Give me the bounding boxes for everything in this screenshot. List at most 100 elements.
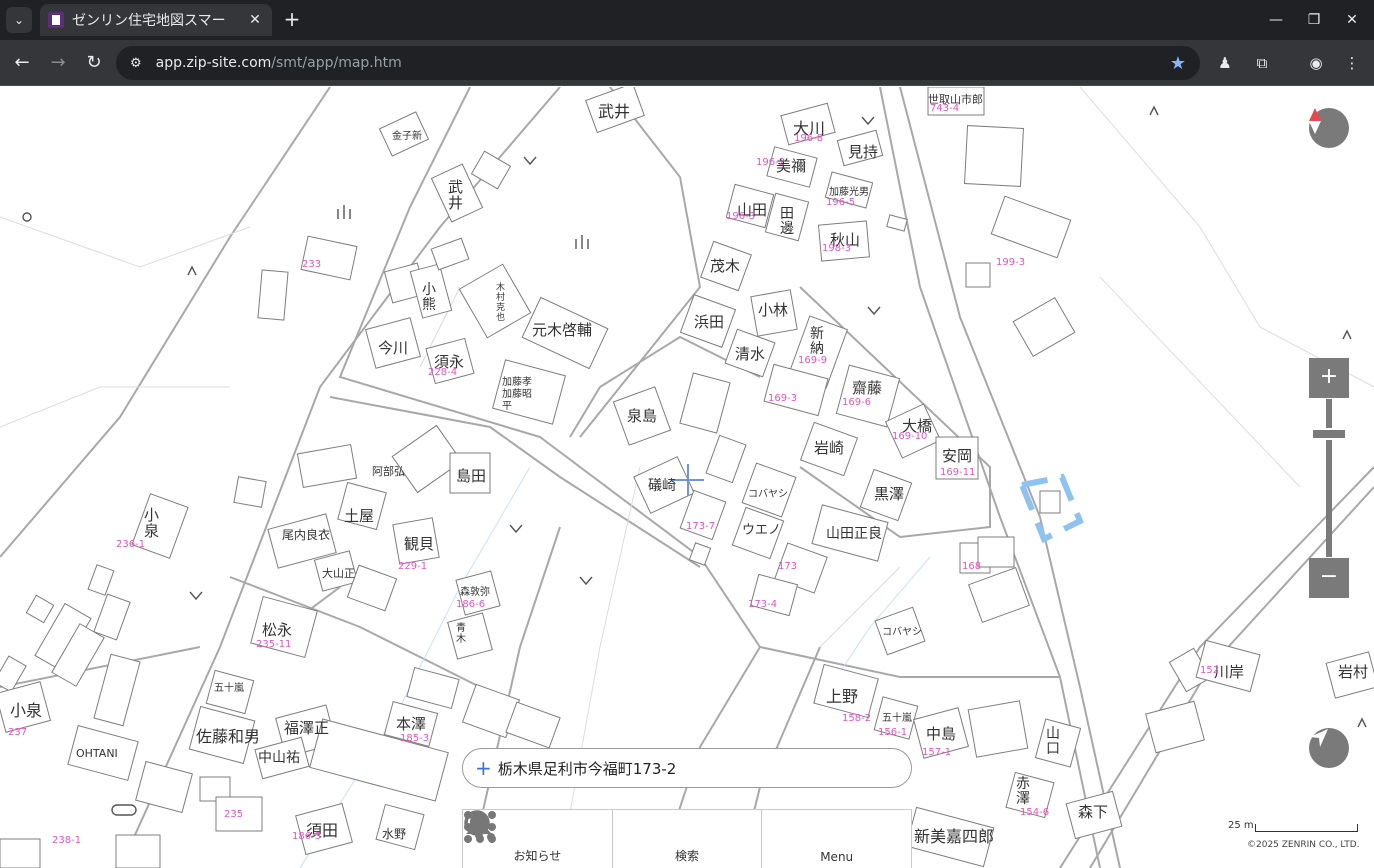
- map-label: 岩村: [1338, 663, 1369, 681]
- map-label: 五十嵐: [214, 683, 244, 694]
- close-icon[interactable]: ✕: [246, 12, 264, 28]
- map-label: 清水: [735, 345, 766, 363]
- map-label: 観貝: [404, 535, 435, 553]
- zoom-in-button[interactable]: +: [1309, 358, 1349, 398]
- map-label: 小泉: [144, 506, 160, 540]
- window-close-icon[interactable]: ✕: [1340, 8, 1364, 32]
- map-label: 尾内良衣: [282, 528, 331, 542]
- lot-number: 152: [1200, 665, 1220, 676]
- map-label: 武井: [598, 102, 631, 121]
- zoom-slider-track[interactable]: [1326, 399, 1332, 557]
- restore-icon[interactable]: ❐: [1302, 8, 1326, 32]
- map-label: OHTANI: [76, 747, 118, 760]
- map-label: 木村克也: [496, 283, 506, 323]
- map-label: 元木啓輔: [532, 321, 593, 339]
- lot-number: 169-6: [842, 397, 872, 408]
- map-label: 加藤孝加藤昭平: [502, 377, 532, 412]
- map-label: 浜田: [694, 313, 725, 331]
- map-canvas[interactable]: 武井 大川 見持 美禰 加藤光男 山田 田邊 秋山 世取山市郎 金子新 武井 茂…: [0, 87, 1374, 868]
- site-info-icon[interactable]: ⚙: [130, 56, 142, 71]
- map-label: 黒澤: [874, 485, 905, 503]
- more-menu-icon[interactable]: ⋮: [1341, 52, 1363, 74]
- chevron-down-icon: ⌄: [13, 13, 25, 27]
- map-label: 加藤光男: [829, 187, 869, 198]
- map-label: 佐藤和男: [196, 727, 261, 746]
- map-label: 小泉: [10, 701, 43, 720]
- map-label: 今川: [378, 339, 409, 357]
- search-button[interactable]: 検索: [464, 810, 763, 868]
- url-path: /smt/app/map.htm: [271, 55, 402, 71]
- scale-ruler: [1255, 824, 1358, 832]
- map-label: 阿部弘: [372, 465, 405, 478]
- nav-label: お知らせ: [513, 849, 562, 863]
- map-label: ウエノ: [742, 523, 782, 538]
- map-label: 大山正: [322, 567, 355, 580]
- map-label: コバヤシ: [882, 627, 922, 638]
- back-arrow-icon[interactable]: ←: [10, 51, 34, 75]
- extension-puppet-icon[interactable]: ♟: [1214, 52, 1236, 74]
- lot-number: 169-9: [798, 355, 828, 366]
- lot-number: 157-1: [922, 747, 952, 758]
- map-scale-bar: 25 m: [1228, 820, 1358, 832]
- map-label: 小林: [758, 301, 789, 319]
- forward-arrow-icon[interactable]: →: [46, 51, 70, 75]
- address-bar[interactable]: ⚙ app.zip-site.com/smt/app/map.htm ★: [116, 46, 1200, 80]
- minimize-icon[interactable]: —: [1264, 8, 1288, 32]
- zoom-out-button[interactable]: −: [1309, 558, 1349, 598]
- map-label: 安岡: [942, 447, 973, 465]
- nav-label: 検索: [675, 849, 700, 863]
- map-label: 山田正良: [826, 526, 882, 542]
- map-label: 武井: [448, 178, 464, 212]
- lot-number: 196-8: [794, 133, 824, 144]
- tab-search-button[interactable]: ⌄: [6, 7, 32, 33]
- zoom-slider-handle[interactable]: [1311, 428, 1347, 440]
- map-label: 五十嵐: [882, 713, 912, 724]
- bookmark-star-icon[interactable]: ★: [1170, 53, 1186, 74]
- map-label: 森敦弥: [460, 587, 490, 598]
- map-label: 山口: [1046, 726, 1060, 757]
- lot-number: 199-3: [996, 257, 1026, 268]
- map-label: 赤澤: [1016, 776, 1030, 807]
- map-label: 齋藤: [852, 379, 883, 397]
- map-label: 新納: [810, 326, 824, 357]
- map-label: 茂木: [710, 257, 741, 275]
- menu-button[interactable]: Menu: [464, 810, 911, 868]
- tab-title: ゼンリン住宅地図スマー: [72, 13, 226, 29]
- active-tab[interactable]: ゼンリン住宅地図スマー ✕: [40, 4, 272, 36]
- lot-number: 196-5: [826, 197, 856, 208]
- map-label: 小熊: [422, 282, 436, 313]
- profile-icon[interactable]: ◉: [1305, 52, 1327, 74]
- extensions-puzzle-icon[interactable]: ⧉: [1251, 52, 1273, 74]
- lot-number: 169-3: [768, 393, 798, 404]
- lot-number: 233: [302, 259, 322, 270]
- nav-label: Menu: [820, 850, 854, 864]
- lot-number: 173-7: [686, 521, 716, 532]
- map-label: 土屋: [344, 507, 375, 525]
- current-location-button[interactable]: [1309, 728, 1349, 768]
- lot-number: 185-3: [400, 733, 430, 744]
- map-label: 金子新: [392, 131, 422, 142]
- lot-number: 743-4: [930, 103, 960, 114]
- map-label: 中山祐: [258, 750, 300, 766]
- map-label: 水野: [382, 827, 407, 841]
- lot-number: 169-11: [940, 467, 976, 478]
- compass-button[interactable]: [1309, 108, 1349, 148]
- bottom-navigation: お知らせ 検索 Menu: [462, 809, 912, 868]
- lot-number: 168: [962, 561, 982, 572]
- new-tab-button[interactable]: +: [280, 8, 304, 32]
- navigation-arrow-icon: [1310, 729, 1328, 747]
- map-label: 島田: [456, 467, 487, 485]
- lot-number: 186-3: [292, 831, 322, 842]
- reload-icon[interactable]: ↻: [82, 51, 106, 75]
- map-label: 田邊: [780, 206, 794, 237]
- map-label: 泉島: [627, 407, 658, 425]
- map-label: 福澤正: [284, 719, 330, 737]
- map-label: 見持: [848, 143, 879, 161]
- lot-number: 196-3: [726, 211, 756, 222]
- lot-number: 198-3: [822, 243, 852, 254]
- lot-number: 156-1: [878, 727, 908, 738]
- address-search-bar[interactable]: + 栃木県足利市今福町173-2: [462, 748, 912, 788]
- plus-icon: +: [475, 756, 492, 780]
- lot-number: 169-10: [892, 431, 928, 442]
- lot-number: 173: [778, 561, 798, 572]
